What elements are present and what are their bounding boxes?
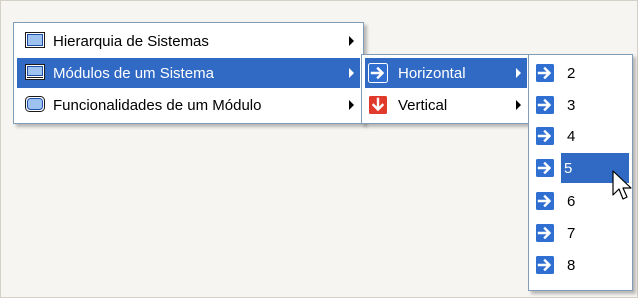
rounded-window-icon [25, 96, 45, 112]
main-menu: Hierarquia de Sistemas Módulos de um Sis… [13, 22, 364, 124]
menu-item-label: Módulos de um Sistema [53, 64, 214, 82]
arrow-right-icon [535, 63, 555, 83]
menu-item-label: 6 [567, 192, 576, 210]
menu-item-horizontal[interactable]: Horizontal [365, 58, 527, 88]
layout-submenu: Horizontal Vertical [361, 54, 531, 124]
menu-item-level-2[interactable]: 2 [532, 58, 629, 88]
menu-item-vertical[interactable]: Vertical [365, 90, 527, 120]
menu-item-funcionalidades-modulo[interactable]: Funcionalidades de um Módulo [17, 90, 360, 120]
arrow-right-icon [535, 191, 555, 211]
arrow-right-icon [535, 95, 555, 115]
arrow-right-icon [535, 255, 555, 275]
mouse-pointer-icon [612, 170, 632, 210]
arrow-right-icon [535, 126, 555, 146]
arrow-right-icon [368, 63, 388, 83]
menu-item-label: 7 [567, 224, 576, 242]
submenu-arrow-icon [349, 36, 354, 46]
menu-item-hierarquia-sistemas[interactable]: Hierarquia de Sistemas [17, 26, 360, 56]
arrow-down-icon [368, 95, 388, 115]
menu-item-modulos-sistema[interactable]: Módulos de um Sistema [17, 58, 360, 88]
menu-item-label: 2 [567, 64, 576, 82]
menu-item-label: 5 [564, 159, 573, 177]
arrow-right-icon [535, 158, 555, 178]
submenu-arrow-icon [516, 100, 521, 110]
submenu-arrow-icon [349, 68, 354, 78]
arrow-right-icon [535, 223, 555, 243]
submenu-arrow-icon [516, 68, 521, 78]
menu-item-label: Horizontal [398, 64, 466, 82]
menu-item-label: 4 [567, 127, 576, 145]
menu-item-level-8[interactable]: 8 [532, 250, 629, 280]
menu-item-level-7[interactable]: 7 [532, 218, 629, 248]
submenu-arrow-icon [349, 100, 354, 110]
menu-item-label: 3 [567, 96, 576, 114]
menu-item-label: Funcionalidades de um Módulo [53, 96, 262, 114]
window-icon [25, 32, 45, 48]
menu-item-level-3[interactable]: 3 [532, 90, 629, 120]
menu-item-label: 8 [567, 256, 576, 274]
window-icon [25, 64, 45, 80]
menu-item-level-4[interactable]: 4 [532, 121, 629, 151]
menu-item-label: Vertical [398, 96, 448, 114]
menu-item-label: Hierarquia de Sistemas [53, 32, 209, 50]
